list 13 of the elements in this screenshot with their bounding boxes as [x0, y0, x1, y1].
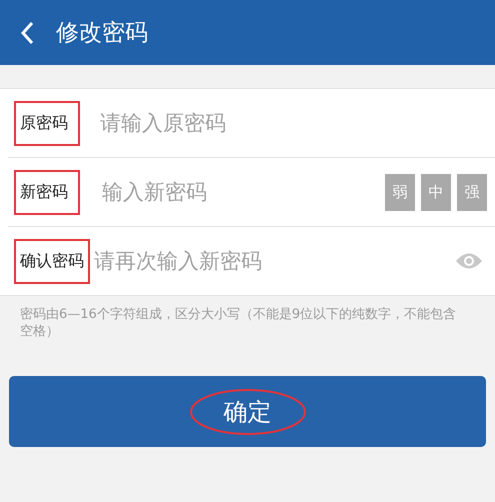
field-label: 原密码 [14, 100, 80, 146]
password-field[interactable]: 请再次输入新密码 [94, 249, 455, 273]
strength-indicator: 中 [421, 174, 451, 210]
strength-indicator: 弱 [385, 174, 415, 210]
password-hint: 密码由6—16个字符组成，区分大小写（不能是9位以下的纯数字，不能包含空格） [20, 306, 458, 340]
page-title: 修改密码 [56, 19, 148, 48]
field-label: 确认密码 [14, 238, 90, 284]
confirm-button[interactable]: 确定 [9, 376, 486, 447]
strength-indicator: 强 [457, 174, 487, 210]
field-label: 新密码 [14, 170, 80, 214]
password-field[interactable]: 请输入原密码 [100, 111, 487, 135]
back-icon[interactable] [20, 20, 34, 44]
password-field[interactable]: 输入新密码 [102, 180, 385, 204]
